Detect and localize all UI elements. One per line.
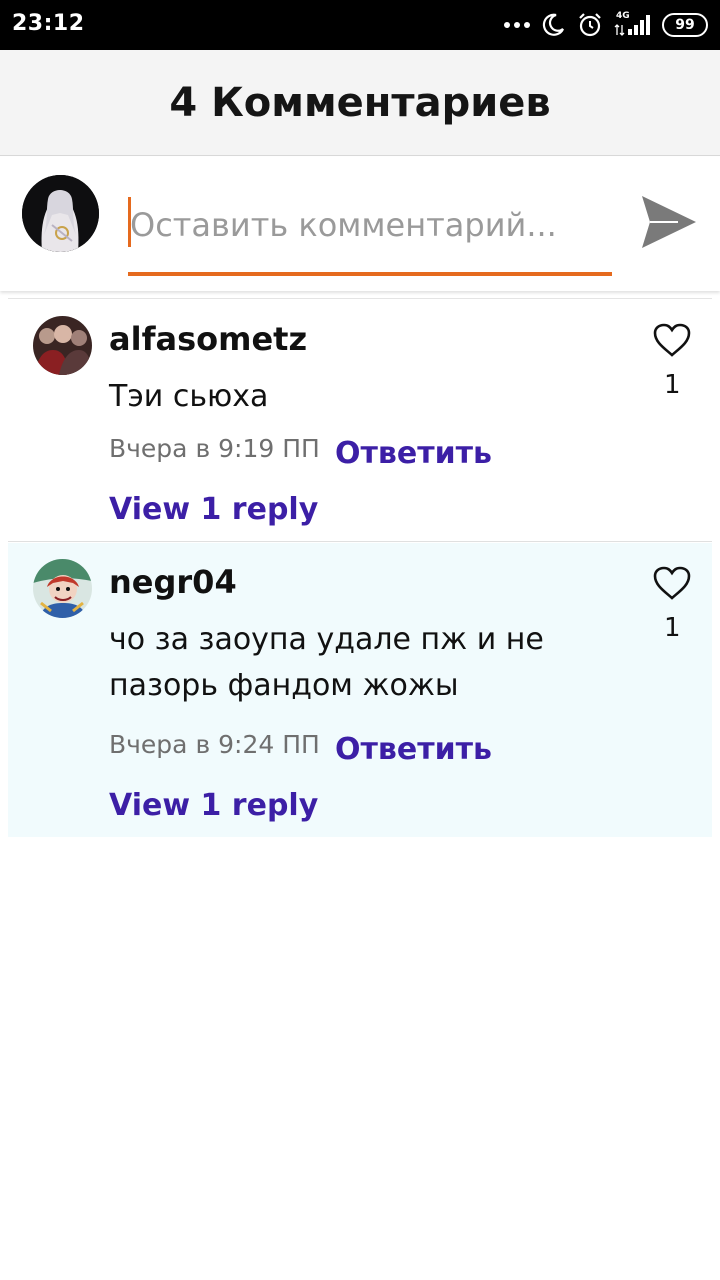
status-icons: 4G 99 [504, 10, 708, 40]
input-underline [128, 272, 612, 276]
like-button[interactable] [652, 322, 692, 358]
comment-text-line: пазорь фандом жожы [109, 668, 459, 703]
comment-item: alfasometz Тэи сьюха Вчера в 9:19 ПП Отв… [8, 300, 712, 542]
comment-text-line: чо за заоупа удале пж и не [109, 622, 544, 657]
view-replies-link[interactable]: View 1 reply [109, 492, 318, 527]
more-dots-icon [504, 22, 530, 28]
reply-button[interactable]: Ответить [335, 436, 492, 471]
header: 4 Комментариев [0, 50, 720, 156]
heart-icon [653, 566, 691, 600]
page-title: 4 Комментариев [169, 79, 551, 126]
divider [8, 298, 712, 299]
comment-input[interactable] [128, 197, 612, 253]
moon-icon [542, 13, 564, 36]
my-avatar [22, 175, 99, 252]
battery-level: 99 [675, 17, 695, 33]
comment-time: Вчера в 9:19 ПП [109, 434, 320, 463]
username[interactable]: negr04 [109, 563, 237, 601]
like-count: 1 [664, 613, 681, 643]
status-time: 23:12 [12, 11, 85, 36]
like-count: 1 [664, 370, 681, 400]
send-icon [642, 196, 696, 248]
comment-compose [0, 157, 720, 291]
status-bar: 23:12 4G 99 [0, 0, 720, 50]
heart-icon [653, 323, 691, 357]
comment-text: Тэи сьюха [109, 379, 269, 414]
avatar[interactable] [33, 316, 92, 375]
text-caret [128, 197, 131, 247]
comment-item: negr04 чо за заоупа удале пж и не пазорь… [8, 543, 712, 837]
signal-icon: 4G [614, 11, 652, 37]
avatar[interactable] [33, 559, 92, 618]
view-replies-link[interactable]: View 1 reply [109, 788, 318, 823]
reply-button[interactable]: Ответить [335, 732, 492, 767]
battery-icon: 99 [662, 13, 708, 37]
send-button[interactable] [638, 192, 700, 252]
username[interactable]: alfasometz [109, 320, 307, 358]
comment-text: чо за заоупа удале пж и не пазорь фандом… [109, 617, 629, 709]
comment-input-wrap [128, 197, 612, 277]
like-button[interactable] [652, 565, 692, 601]
comment-time: Вчера в 9:24 ПП [109, 730, 320, 759]
alarm-icon [579, 13, 601, 37]
